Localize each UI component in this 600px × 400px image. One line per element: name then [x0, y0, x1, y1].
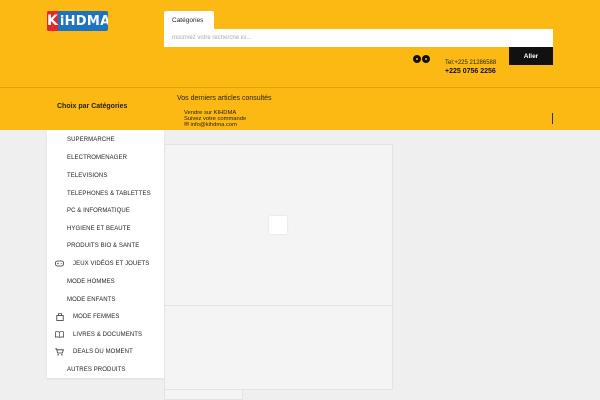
product-placeholder-area	[164, 306, 393, 390]
category-item[interactable]: Supermarche	[47, 131, 164, 148]
category-item[interactable]: Mode Hommes	[47, 273, 164, 290]
category-item[interactable]: Autres produits	[47, 361, 164, 378]
category-item[interactable]: Mode enfants	[47, 291, 164, 308]
product-thumbnail-area	[164, 390, 243, 400]
category-item[interactable]: Mode femmes	[47, 308, 164, 325]
email-link[interactable]: ✉ info@kihdma.com	[184, 122, 246, 128]
choose-category-label[interactable]: Choix par Catégories	[57, 103, 127, 110]
category-item[interactable]: Telephones & Tablettes	[47, 185, 164, 202]
search-button[interactable]: Aller	[509, 47, 553, 65]
category-item[interactable]: Electromenager	[47, 149, 164, 166]
loading-spinner	[269, 216, 287, 234]
category-item[interactable]: Produits bio & sante	[47, 237, 164, 254]
site-logo[interactable]: K iHDMA	[47, 11, 108, 31]
cart-icon	[55, 347, 64, 356]
binoculars-icon[interactable]	[413, 55, 430, 63]
category-item[interactable]: Hygiene et beaute	[47, 220, 164, 237]
header-divider	[0, 87, 600, 88]
category-item[interactable]: PC & Informatique	[47, 202, 164, 219]
logo-text: iHDMA	[59, 13, 108, 29]
search-input[interactable]	[164, 29, 553, 47]
category-item[interactable]: Jeux vidéos et jouets	[47, 255, 164, 272]
categories-tab[interactable]: Catégories	[164, 11, 214, 30]
category-item[interactable]: Livres & Documents	[47, 326, 164, 343]
category-menu: Supermarche Electromenager Televisions T…	[47, 130, 164, 378]
logo-k: K	[47, 11, 58, 31]
recent-articles-title[interactable]: Vos derniers articles consultés	[177, 95, 272, 102]
phone-line-1: Tel:+225 21286588	[445, 60, 497, 66]
phone-line-2: +225 0756 2256	[445, 68, 496, 75]
category-item[interactable]: Televisions	[47, 167, 164, 184]
header-links: Vendre sur KIHDMA Suivez votre commande …	[184, 110, 246, 128]
category-item[interactable]: Deals du moment	[47, 343, 164, 360]
shopping-bag-icon	[55, 312, 64, 321]
gamepad-icon	[55, 259, 64, 268]
book-icon	[55, 330, 64, 339]
vertical-divider	[552, 113, 553, 124]
